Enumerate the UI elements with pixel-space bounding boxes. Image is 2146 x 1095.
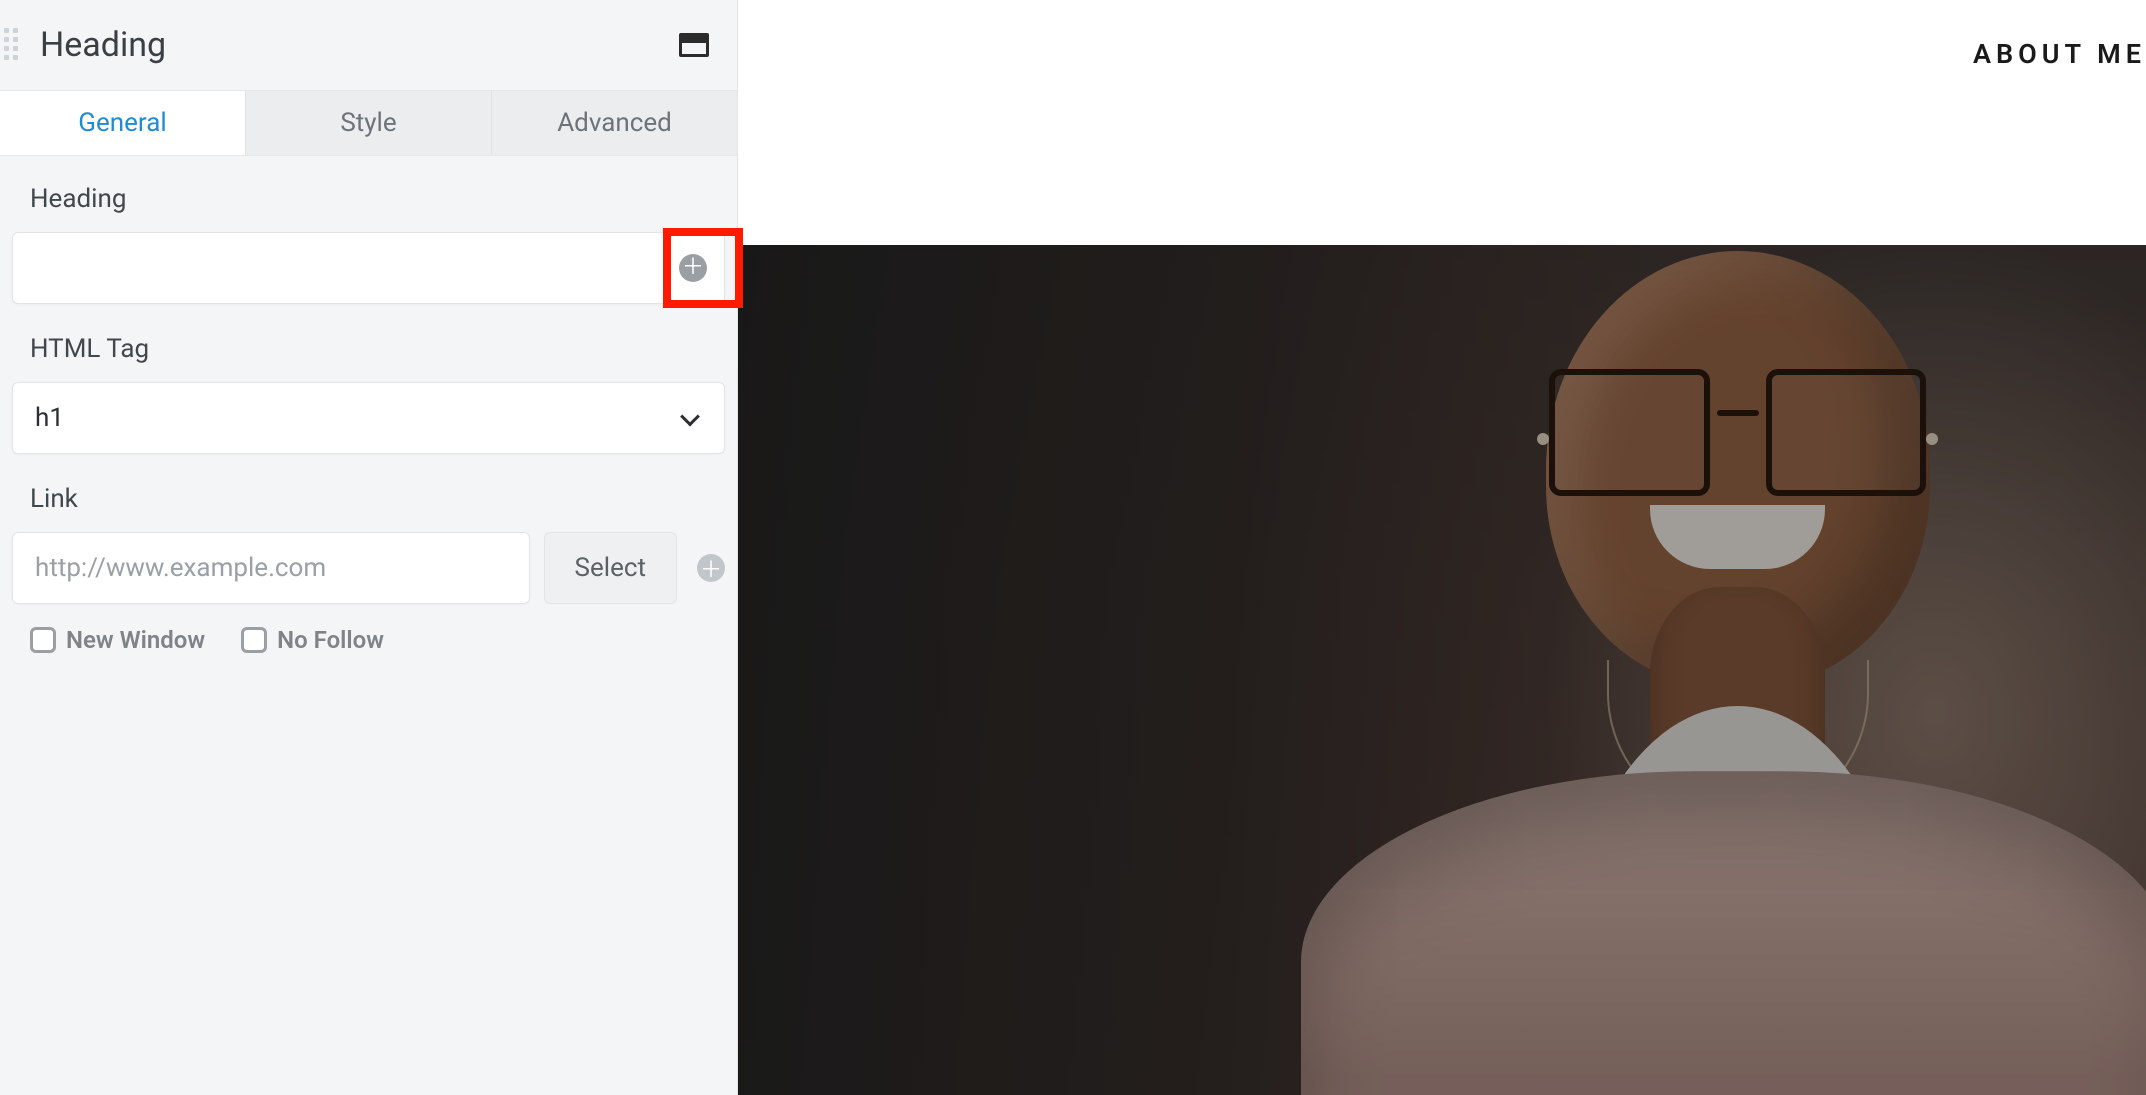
field-heading: Heading ＋ — [12, 184, 725, 304]
hero-image — [738, 245, 2146, 1095]
checkbox-new-window-label: New Window — [66, 626, 205, 654]
html-tag-select[interactable] — [12, 382, 725, 454]
tab-advanced[interactable]: Advanced — [492, 91, 737, 155]
panel-body: Heading ＋ HTML Tag Link — [0, 156, 737, 654]
nav-link-about-me[interactable]: ABOUT ME — [1973, 38, 2146, 70]
checkbox-icon — [241, 627, 267, 653]
checkbox-new-window[interactable]: New Window — [30, 626, 205, 654]
tab-style[interactable]: Style — [246, 91, 492, 155]
panel-header: Heading — [0, 0, 737, 90]
checkbox-no-follow[interactable]: No Follow — [241, 626, 384, 654]
plus-icon: ＋ — [682, 257, 704, 279]
field-heading-label: Heading — [12, 184, 725, 232]
plus-icon: ＋ — [700, 552, 722, 584]
checkbox-no-follow-label: No Follow — [277, 626, 384, 654]
site-nav: ABOUT ME — [738, 0, 2146, 175]
panel-title: Heading — [40, 25, 166, 65]
field-link-label: Link — [12, 484, 725, 532]
heading-input[interactable] — [12, 232, 725, 304]
window-icon[interactable] — [679, 33, 709, 57]
heading-add-button[interactable]: ＋ — [679, 254, 707, 282]
field-html-tag-label: HTML Tag — [12, 334, 725, 382]
link-select-button[interactable]: Select — [544, 532, 677, 604]
drag-handle-icon[interactable] — [4, 28, 22, 60]
tab-general[interactable]: General — [0, 91, 246, 155]
site-preview: ABOUT ME — [738, 0, 2146, 1095]
link-options: New Window No Follow — [12, 604, 725, 654]
tabs: General Style Advanced — [0, 90, 737, 156]
link-url-input[interactable] — [12, 532, 530, 604]
settings-panel: Heading General Style Advanced Heading ＋ — [0, 0, 738, 1095]
checkbox-icon — [30, 627, 56, 653]
field-html-tag: HTML Tag — [12, 334, 725, 454]
field-link: Link Select ＋ New Window No Follow — [12, 484, 725, 654]
link-add-button[interactable]: ＋ — [697, 554, 725, 582]
